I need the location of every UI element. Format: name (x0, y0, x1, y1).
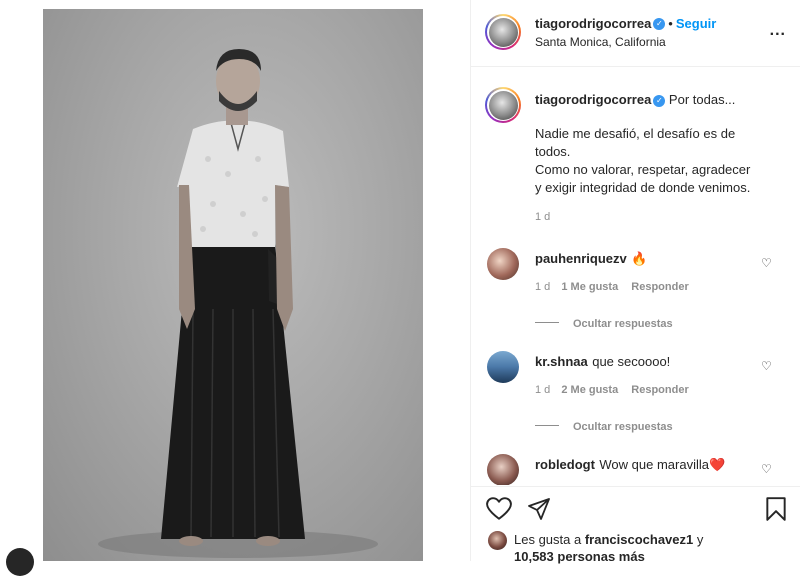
comment-text: Wow que maravilla❤️ (599, 457, 726, 472)
comment-avatar[interactable] (487, 454, 519, 485)
caption-line: Como no valorar, respetar, agradecer (535, 162, 751, 177)
likes-summary: Les gusta a franciscochavez1 y (514, 532, 703, 547)
caption-username[interactable]: tiagorodrigocorrea (535, 92, 651, 107)
photo-pane (0, 0, 470, 576)
comment-like-icon[interactable]: ♡ (761, 359, 772, 373)
author-line: tiagorodrigocorrea ✓ • Seguir (535, 15, 716, 33)
verified-icon: ✓ (653, 17, 666, 30)
comment-like-icon[interactable]: ♡ (761, 462, 772, 476)
comment-username[interactable]: kr.shnaa (535, 354, 588, 369)
author-avatar[interactable] (485, 14, 521, 50)
caption: tiagorodrigocorrea ✓ Por todas... Nadie m… (535, 91, 787, 223)
caption-time[interactable]: 1 d (535, 211, 787, 223)
comment-username[interactable]: robledogt (535, 457, 595, 472)
save-icon[interactable] (765, 496, 787, 522)
comment: pauhenriquezv 🔥 (535, 250, 647, 268)
comment-username[interactable]: pauhenriquezv (535, 251, 627, 266)
hide-replies-button[interactable]: Ocultar respuestas (535, 417, 673, 435)
comment-avatar[interactable] (487, 351, 519, 383)
comment-likes[interactable]: 2 Me gusta (561, 384, 618, 396)
comment: robledogt Wow que maravilla❤️ (535, 456, 725, 474)
comment-text: 🔥 (631, 251, 648, 266)
verified-icon: ✓ (653, 94, 666, 107)
hide-replies-label: Ocultar respuestas (573, 421, 673, 433)
share-icon[interactable] (527, 497, 551, 521)
caption-line: y exigir integridad de donde venimos. (535, 180, 751, 195)
location-link[interactable]: Santa Monica, California (535, 35, 666, 49)
comment-text: que secoooo! (592, 354, 671, 369)
likes-prefix: Les gusta a (514, 532, 582, 547)
likes-count[interactable]: 10,583 personas más (514, 549, 645, 564)
photo-illustration (98, 49, 378, 558)
comment-meta: 1 d 1 Me gusta Responder (535, 281, 689, 293)
author-username[interactable]: tiagorodrigocorrea (535, 16, 651, 31)
liker-username[interactable]: franciscochavez1 (585, 532, 693, 547)
comment-avatar[interactable] (487, 248, 519, 280)
caption-line: Nadie me desafió, el desafío es de (535, 126, 736, 141)
like-icon[interactable] (486, 497, 512, 521)
hide-replies-label: Ocultar respuestas (573, 318, 673, 330)
follow-button[interactable]: Seguir (676, 16, 716, 31)
comment-time[interactable]: 1 d (535, 384, 550, 396)
caption-headline: Por todas... (668, 92, 736, 107)
liker-avatar[interactable] (488, 531, 507, 550)
caption-line: todos. (535, 144, 571, 159)
comment-likes[interactable]: 1 Me gusta (561, 281, 618, 293)
photo-options-icon[interactable] (6, 548, 34, 576)
comment-meta: 1 d 2 Me gusta Responder (535, 384, 689, 396)
hide-line (535, 425, 559, 427)
comment-like-icon[interactable]: ♡ (761, 256, 772, 270)
hide-replies-button[interactable]: Ocultar respuestas (535, 314, 673, 332)
post-sidebar: tiagorodrigocorrea ✓ • Seguir Santa Monica,… (471, 0, 800, 564)
comment: kr.shnaa que secoooo! (535, 353, 670, 371)
reply-button[interactable]: Responder (631, 384, 688, 396)
likes-joiner: y (696, 532, 704, 547)
more-options-icon[interactable]: ... (770, 22, 786, 40)
post-photo[interactable] (43, 9, 423, 561)
separator: • (668, 16, 673, 31)
caption-avatar[interactable] (485, 87, 521, 123)
reply-button[interactable]: Responder (631, 281, 688, 293)
hide-line (535, 322, 559, 324)
comments-list[interactable]: tiagorodrigocorrea ✓ Por todas... Nadie m… (471, 67, 800, 485)
post-actions: Les gusta a franciscochavez1 y 10,583 pe… (471, 486, 800, 564)
post-header: tiagorodrigocorrea ✓ • Seguir Santa Monica,… (471, 0, 800, 67)
likes-count-text: 10,583 personas más (514, 549, 645, 564)
comment-time[interactable]: 1 d (535, 281, 550, 293)
